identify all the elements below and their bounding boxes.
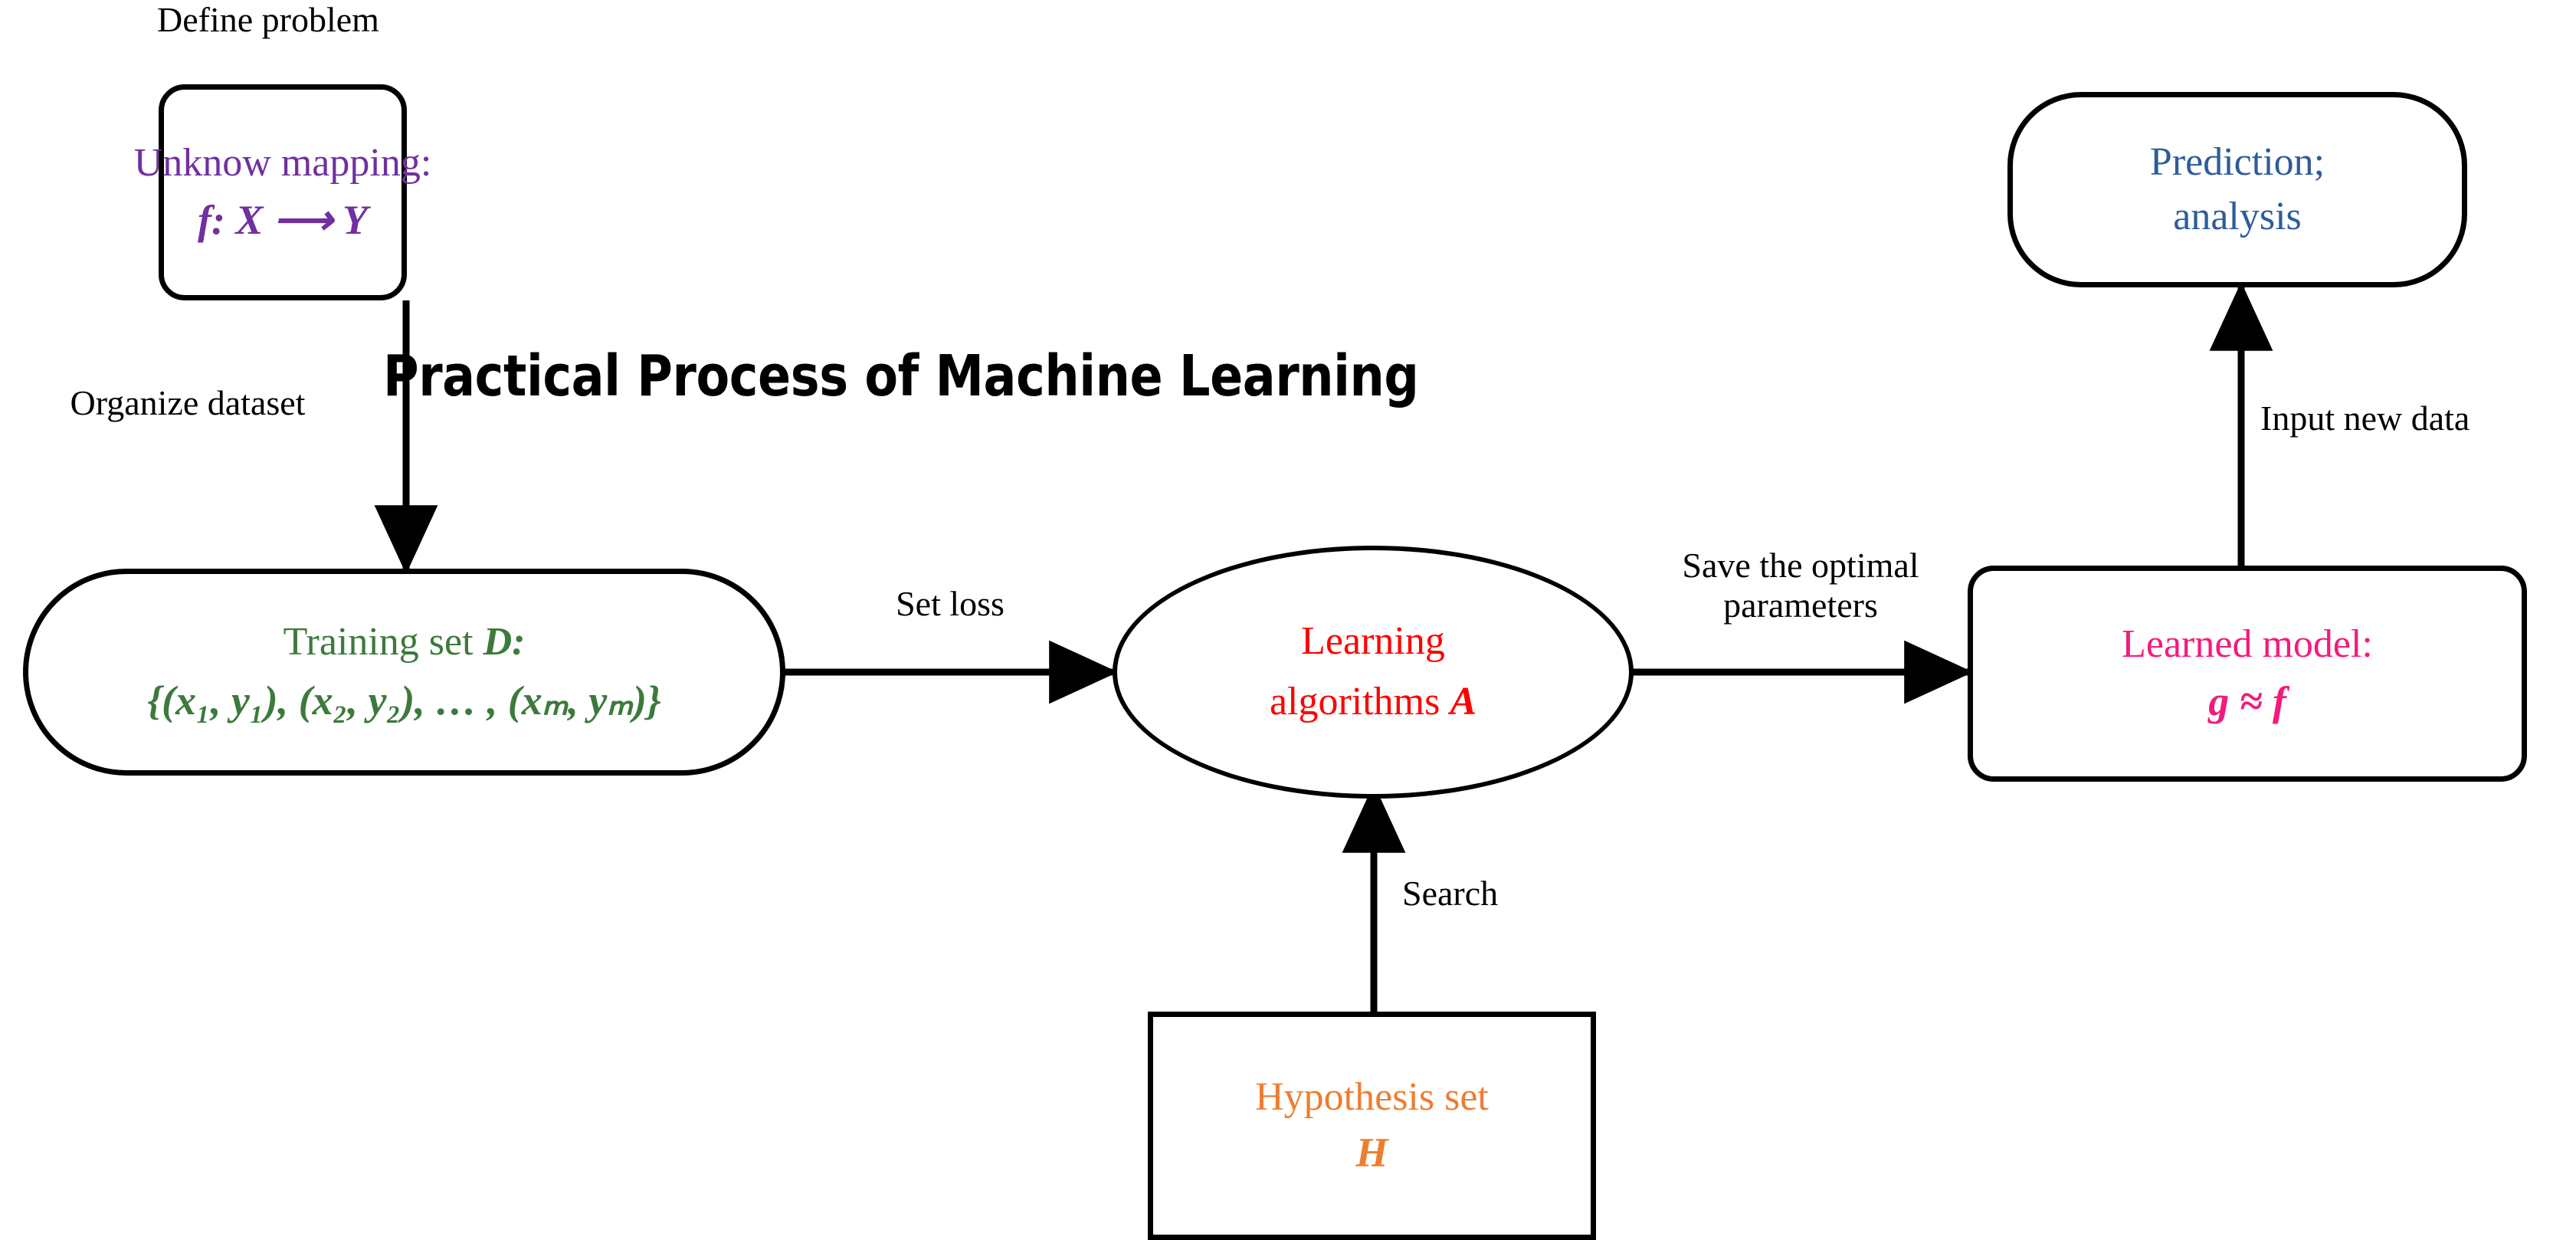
diagram-canvas: Practical Process of Machine Learning De… <box>0 0 2576 1240</box>
training-set-formula: {(x₁, y₁), (x₂, y₂), … , (xₘ, yₘ)} <box>147 677 661 723</box>
diagram-title: Practical Process of Machine Learning <box>383 343 1419 409</box>
save-optimal-line-2: parameters <box>1723 585 1878 625</box>
learned-model-formula: g ≈ f <box>2208 677 2286 724</box>
training-set-line-1: Training set D: <box>283 622 526 664</box>
node-training-set[interactable]: Training set D: {(x₁, y₁), (x₂, y₂), … ,… <box>23 569 785 776</box>
learned-model-line-1: Learned model: <box>2122 622 2373 667</box>
edge-label-save-optimal-parameters: Save the optimal parameters <box>1624 546 1977 625</box>
learning-algorithms-label: algorithms <box>1269 680 1450 723</box>
learning-algorithms-line-2: algorithms A <box>1270 681 1476 723</box>
node-prediction-analysis[interactable]: Prediction; analysis <box>2007 92 2467 287</box>
node-unknow-mapping[interactable]: Unknow mapping: f: X ⟶ Y <box>134 84 431 300</box>
node-learning-algorithms[interactable]: Learning algorithms A <box>1113 546 1634 799</box>
learning-algorithms-symbol: A <box>1450 680 1477 723</box>
unknow-mapping-formula: f: X ⟶ Y <box>198 196 368 243</box>
edge-label-input-new-data: Input new data <box>2260 399 2470 438</box>
hypothesis-set-line-1: Hypothesis set <box>1255 1075 1489 1120</box>
unknow-mapping-line-1: Unknow mapping: <box>133 141 432 185</box>
edge-label-set-loss: Set loss <box>896 584 1005 623</box>
learning-algorithms-line-1: Learning <box>1301 619 1445 664</box>
edge-label-organize-dataset: Organize dataset <box>70 383 306 422</box>
save-optimal-line-1: Save the optimal <box>1682 546 1919 585</box>
prediction-line-1: Prediction; <box>2149 139 2325 184</box>
hypothesis-set-symbol: H <box>1355 1129 1388 1176</box>
edge-label-define-problem: Define problem <box>157 0 379 39</box>
prediction-line-2: analysis <box>2173 194 2302 238</box>
training-set-label: Training set <box>283 620 483 664</box>
edge-label-search: Search <box>1402 874 1499 913</box>
node-learned-model[interactable]: Learned model: g ≈ f <box>1968 566 2527 782</box>
training-set-symbol: D: <box>483 620 526 664</box>
node-hypothesis-set[interactable]: Hypothesis set H <box>1148 1012 1596 1240</box>
